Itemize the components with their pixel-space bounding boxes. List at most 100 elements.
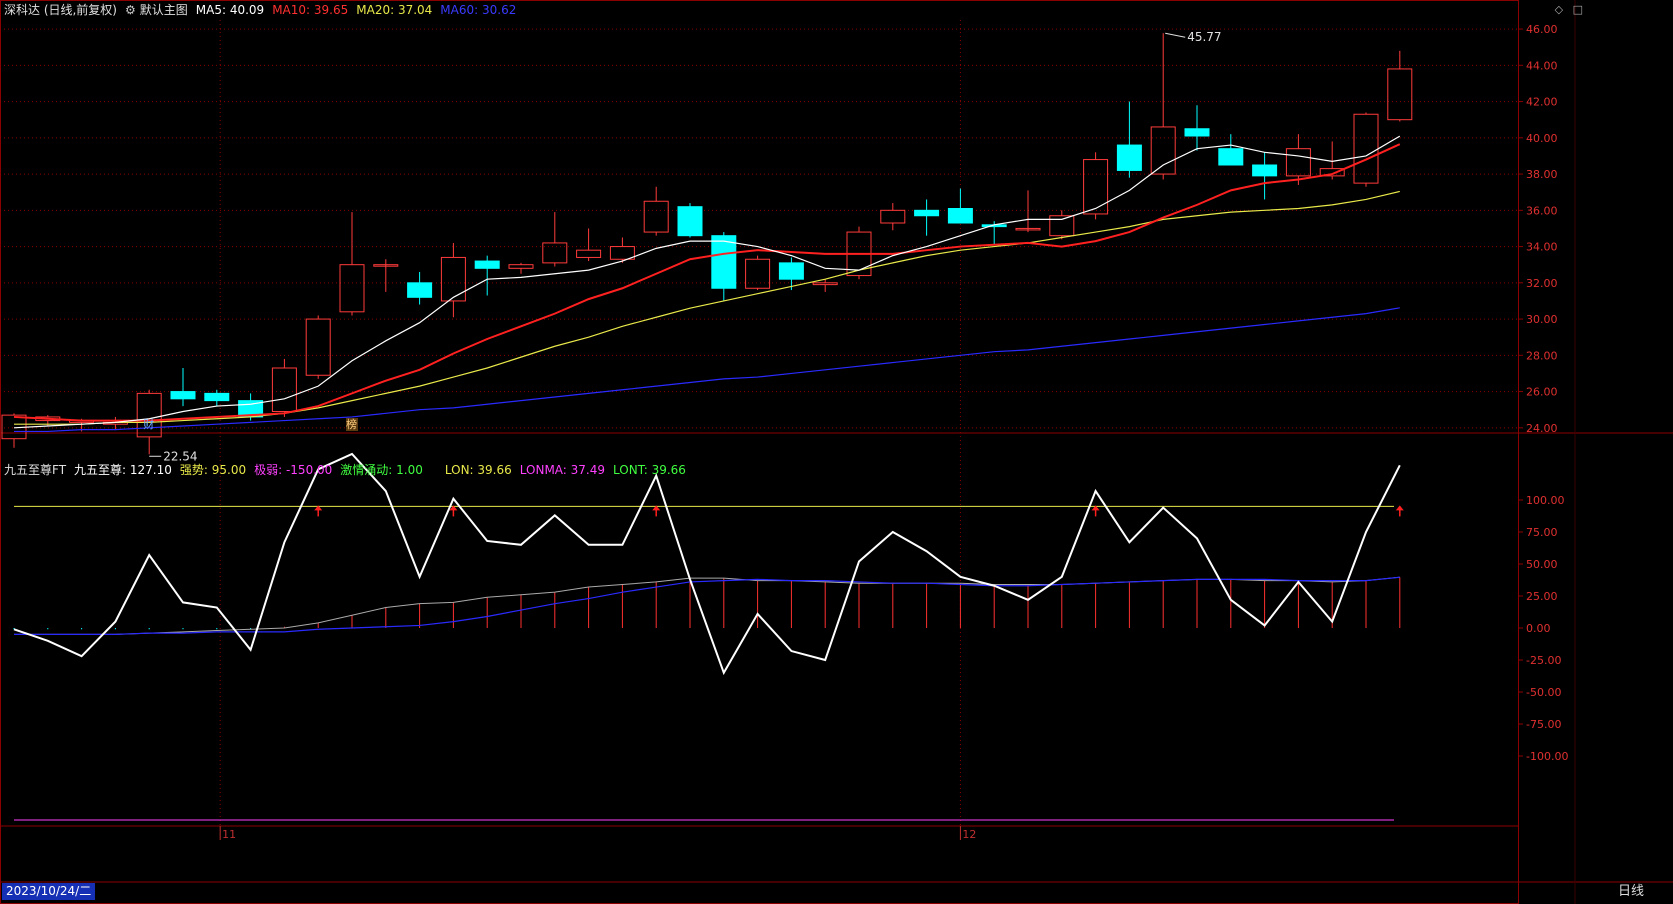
candle-body — [1218, 148, 1244, 166]
square-icon[interactable]: □ — [1573, 3, 1583, 16]
candle — [508, 262, 534, 274]
candle — [1218, 134, 1244, 166]
candle — [1252, 152, 1278, 200]
candle — [1353, 112, 1379, 187]
candle-body — [812, 282, 838, 286]
candle — [1184, 105, 1210, 151]
passion-label: 激情涌动: 1.00 — [340, 463, 423, 477]
candle — [407, 271, 433, 305]
lon-bars-group — [13, 577, 1401, 630]
indicator-name[interactable]: 九五至尊FT — [4, 463, 66, 477]
price-axis-label: 36.00 — [1526, 204, 1558, 217]
candle-body — [542, 242, 568, 264]
candle-body — [474, 260, 500, 269]
candle-body — [643, 200, 669, 233]
high-annotation-line — [1165, 32, 1186, 38]
indicator-axis-label: 25.00 — [1526, 590, 1558, 603]
main-chart-label[interactable]: 默认主图 — [140, 3, 188, 17]
ma60-label: MA60: 30.62 — [440, 3, 517, 17]
settings-gear-icon[interactable]: ⚙ — [125, 3, 136, 17]
candle-body — [1387, 68, 1413, 121]
candle-body — [508, 264, 534, 269]
month-label: 12 — [962, 828, 976, 841]
candle — [474, 255, 500, 296]
extreme-weak-label: 极弱: -150.00 — [254, 463, 333, 477]
candle-body — [1285, 148, 1311, 177]
candle — [170, 368, 196, 407]
main-chart-header: 深科达 (日线,前复权) ⚙ 默认主图 MA5: 40.09 MA10: 39.65 MA… — [0, 0, 1600, 20]
signal-arrow — [1395, 505, 1404, 517]
candle — [914, 199, 940, 236]
marker-cai: 财 — [143, 417, 154, 431]
candle-body — [204, 392, 230, 402]
price-axis-label: 28.00 — [1526, 349, 1558, 362]
candle-body — [914, 209, 940, 217]
candle-body — [1049, 215, 1075, 237]
price-axis-label: 26.00 — [1526, 386, 1558, 399]
chart-window-icons: ◇ □ — [1555, 3, 1583, 16]
candle — [339, 212, 365, 316]
candle-body — [1184, 128, 1210, 137]
lonma-label: LONMA: 37.49 — [519, 463, 606, 477]
signal-arrow — [652, 505, 661, 517]
month-label: 11 — [222, 828, 236, 841]
indicator-axis-label: -25.00 — [1526, 654, 1561, 667]
candle-body — [947, 208, 973, 224]
price-axis-label: 34.00 — [1526, 241, 1558, 254]
price-axis-label: 46.00 — [1526, 23, 1558, 36]
ma5-line — [13, 135, 1401, 429]
candle-body — [305, 318, 331, 376]
candle-body — [1252, 164, 1278, 177]
signal-arrow — [314, 505, 323, 517]
chart-frame — [0, 0, 1519, 904]
candle-body — [778, 262, 804, 280]
indicator-axis-label: 0.00 — [1526, 622, 1551, 635]
high-annotation: 45.77 — [1187, 30, 1221, 44]
ma20-line — [14, 190, 1400, 425]
candle — [1387, 50, 1413, 122]
candle — [880, 203, 906, 231]
candle-body — [170, 391, 196, 400]
price-axis-label: 42.00 — [1526, 96, 1558, 109]
candle-body — [711, 235, 737, 289]
candle-body — [407, 282, 433, 298]
period-label[interactable]: 日线 — [1618, 883, 1644, 900]
candle-body — [677, 206, 703, 237]
candle-body — [339, 264, 365, 313]
candle-body — [1150, 126, 1176, 175]
indicator-axis-label: -75.00 — [1526, 718, 1561, 731]
candle-body — [1116, 144, 1142, 171]
signal-arrow-head — [1395, 505, 1404, 511]
chart-canvas[interactable]: 46.00 44.00 42.00 40.00 38.00 36.00 34.00 32.00… — [0, 0, 1673, 904]
candle — [373, 259, 399, 292]
candle — [1015, 190, 1041, 233]
candle — [1116, 101, 1142, 178]
candle-body — [271, 367, 297, 412]
indicator-axis-label: 100.00 — [1526, 494, 1565, 507]
candle — [1083, 152, 1109, 220]
candle — [1150, 33, 1176, 180]
lon-label: LON: 39.66 — [444, 463, 512, 477]
candle — [440, 242, 466, 318]
indicator-line — [13, 452, 1401, 676]
candle — [204, 389, 230, 407]
marker-bang: 榜 — [346, 417, 357, 431]
stock-name[interactable]: 深科达 (日线,前复权) — [4, 3, 117, 17]
signal-arrow — [1091, 505, 1100, 517]
ma60-line — [14, 307, 1400, 433]
strength-label: 强势: 95.00 — [179, 463, 247, 477]
indicator-axis-label: -50.00 — [1526, 686, 1561, 699]
price-axis-label: 30.00 — [1526, 313, 1558, 326]
price-axis-label: 40.00 — [1526, 132, 1558, 145]
ma5-label: MA5: 40.09 — [195, 3, 265, 17]
price-axis-label: 38.00 — [1526, 168, 1558, 181]
candle — [576, 228, 602, 262]
ma10-label: MA10: 39.65 — [272, 3, 349, 17]
diamond-icon[interactable]: ◇ — [1555, 3, 1563, 16]
candle — [643, 186, 669, 236]
indicator-axis-label: -100.00 — [1526, 750, 1568, 763]
price-axis-label: 44.00 — [1526, 59, 1558, 72]
ma20-label: MA20: 37.04 — [356, 3, 433, 17]
price-axis-label: 32.00 — [1526, 277, 1558, 290]
candle-body — [576, 249, 602, 258]
